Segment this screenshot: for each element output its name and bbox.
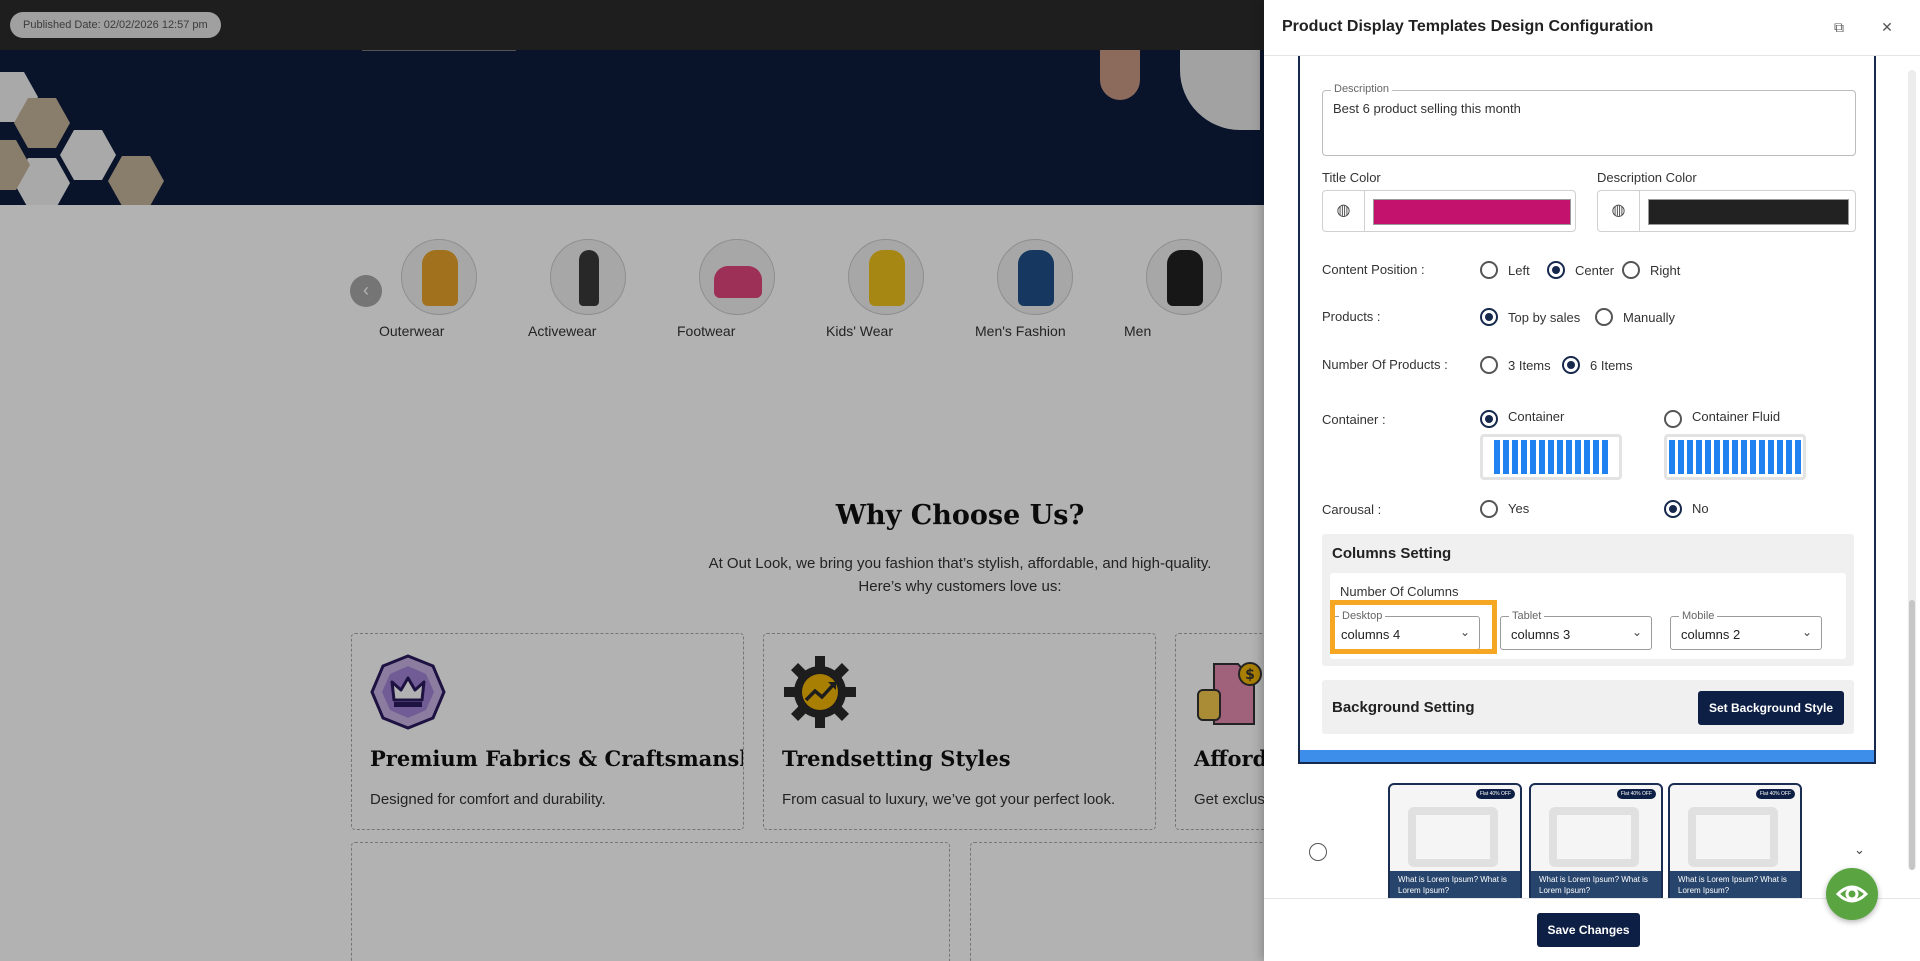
carousal-label: Carousal :	[1322, 502, 1382, 517]
palette-icon[interactable]: ◍	[1323, 191, 1365, 231]
number-of-products-label: Number Of Products :	[1322, 357, 1448, 372]
description-color-label: Description Color	[1597, 170, 1697, 185]
products-manually-label[interactable]: Manually	[1623, 310, 1675, 325]
close-icon[interactable]: ✕	[1878, 18, 1896, 36]
description-value[interactable]: Best 6 product selling this month	[1333, 101, 1521, 116]
columns-setting-title: Columns Setting	[1332, 545, 1452, 562]
title-color-label: Title Color	[1322, 170, 1381, 185]
card-caption: What is Lorem Ipsum? What is Lorem Ipsum…	[1390, 871, 1520, 901]
title-color-picker[interactable]: ◍	[1322, 190, 1576, 232]
chevron-down-icon[interactable]: ⌄	[1854, 842, 1865, 858]
discount-badge: Flat 40% OFF	[1616, 789, 1656, 799]
products-3-items-label[interactable]: 3 Items	[1508, 358, 1551, 373]
products-3-items-radio[interactable]	[1480, 356, 1498, 374]
container-fluid-radio[interactable]	[1664, 410, 1682, 428]
products-manually-radio[interactable]	[1595, 308, 1613, 326]
discount-badge: Flat 40% OFF	[1475, 789, 1515, 799]
products-6-items-radio[interactable]	[1562, 356, 1580, 374]
chevron-down-icon[interactable]: ⌄	[1632, 625, 1642, 639]
container-fluid-option-label[interactable]: Container Fluid	[1692, 409, 1780, 424]
content-position-left-radio[interactable]	[1480, 261, 1498, 279]
template-preview-card: Flat 40% OFF What is Lorem Ipsum? What i…	[1529, 783, 1663, 903]
carousal-no-label[interactable]: No	[1692, 501, 1709, 516]
products-top-by-sales-label[interactable]: Top by sales	[1508, 310, 1580, 325]
panel-scrollbar-thumb[interactable]	[1909, 600, 1915, 870]
discount-badge: Flat 40% OFF	[1755, 789, 1795, 799]
set-background-style-button[interactable]: Set Background Style	[1698, 691, 1844, 725]
content-position-center-radio[interactable]	[1547, 261, 1565, 279]
carousal-yes-label[interactable]: Yes	[1508, 501, 1529, 516]
card-caption: What is Lorem Ipsum? What is Lorem Ipsum…	[1531, 871, 1661, 901]
save-changes-button[interactable]: Save Changes	[1537, 913, 1640, 947]
columns-setting-section: Columns Setting Number Of Columns Deskto…	[1322, 534, 1854, 666]
selected-indicator-bar	[1300, 750, 1874, 762]
background-setting-section: Background Setting Set Background Style	[1322, 680, 1854, 734]
products-label: Products :	[1322, 309, 1381, 324]
container-preview[interactable]	[1480, 434, 1622, 480]
desktop-select-highlight	[1330, 600, 1497, 654]
image-placeholder-icon	[1688, 807, 1778, 867]
description-field[interactable]: Description Best 6 product selling this …	[1322, 83, 1856, 156]
preview-button[interactable]	[1826, 868, 1878, 920]
expand-icon[interactable]: ⧉	[1830, 18, 1848, 36]
panel-header: Product Display Templates Design Configu…	[1264, 0, 1920, 56]
products-6-items-label[interactable]: 6 Items	[1590, 358, 1633, 373]
tablet-legend: Tablet	[1509, 610, 1545, 622]
mobile-legend: Mobile	[1679, 610, 1718, 622]
palette-icon[interactable]: ◍	[1598, 191, 1640, 231]
number-of-columns-label: Number Of Columns	[1340, 584, 1459, 599]
panel-title: Product Display Templates Design Configu…	[1282, 18, 1654, 35]
content-position-right-label[interactable]: Right	[1650, 263, 1680, 278]
content-position-center-label[interactable]: Center	[1575, 263, 1614, 278]
design-config-panel: Product Display Templates Design Configu…	[1264, 0, 1920, 961]
image-placeholder-icon	[1549, 807, 1639, 867]
card-caption: What is Lorem Ipsum? What is Lorem Ipsum…	[1670, 871, 1800, 901]
background-setting-title: Background Setting	[1332, 699, 1475, 716]
container-option-label[interactable]: Container	[1508, 409, 1564, 424]
description-color-swatch[interactable]	[1648, 199, 1849, 225]
container-label: Container :	[1322, 412, 1386, 427]
container-fluid-preview[interactable]	[1664, 434, 1806, 480]
container-radio[interactable]	[1480, 410, 1498, 428]
template-preview-card: Flat 40% OFF What is Lorem Ipsum? What i…	[1388, 783, 1522, 903]
content-position-label: Content Position :	[1322, 262, 1425, 277]
carousal-no-radio[interactable]	[1664, 500, 1682, 518]
image-placeholder-icon	[1408, 807, 1498, 867]
carousal-yes-radio[interactable]	[1480, 500, 1498, 518]
mobile-columns-select[interactable]: Mobile columns 2 ⌄	[1670, 610, 1822, 650]
products-top-by-sales-radio[interactable]	[1480, 308, 1498, 326]
description-legend: Description	[1331, 83, 1393, 95]
template-option-radio[interactable]	[1309, 843, 1327, 861]
tablet-columns-value[interactable]: columns 3	[1511, 627, 1570, 642]
title-color-swatch[interactable]	[1373, 199, 1571, 225]
eye-icon	[1835, 885, 1869, 903]
panel-footer: Save Changes	[1264, 898, 1920, 961]
content-position-left-label[interactable]: Left	[1508, 263, 1530, 278]
mobile-columns-value[interactable]: columns 2	[1681, 627, 1740, 642]
chevron-down-icon[interactable]: ⌄	[1802, 625, 1812, 639]
tablet-columns-select[interactable]: Tablet columns 3 ⌄	[1500, 610, 1652, 650]
content-position-right-radio[interactable]	[1622, 261, 1640, 279]
description-color-picker[interactable]: ◍	[1597, 190, 1856, 232]
template-preview-card: Flat 40% OFF What is Lorem Ipsum? What i…	[1668, 783, 1802, 903]
